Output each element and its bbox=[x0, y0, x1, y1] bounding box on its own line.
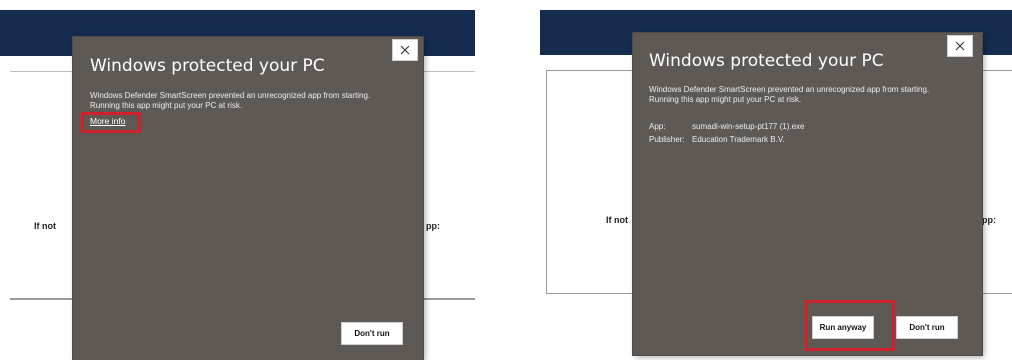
background-text: pp: bbox=[426, 221, 440, 231]
close-button[interactable] bbox=[947, 35, 973, 57]
background-text: If not bbox=[34, 221, 56, 231]
close-icon bbox=[400, 45, 410, 55]
background-text: pp: bbox=[982, 215, 996, 225]
publisher-value: Education Trademark B.V. bbox=[692, 135, 785, 144]
highlight-box bbox=[81, 112, 141, 133]
publisher-info-row: Publisher: Education Trademark B.V. bbox=[649, 134, 785, 145]
app-value: sumadi-win-setup-pt177 (1).exe bbox=[692, 122, 805, 131]
dialog-title: Windows protected your PC bbox=[649, 51, 884, 71]
dont-run-button[interactable]: Don't run bbox=[341, 322, 403, 345]
smartscreen-dialog: Windows protected your PC Windows Defend… bbox=[73, 37, 423, 360]
right-screenshot: If not pp: Windows protected your PC Win… bbox=[540, 0, 1012, 360]
dialog-title: Windows protected your PC bbox=[90, 56, 325, 76]
close-button[interactable] bbox=[392, 39, 418, 61]
left-screenshot: If not pp: Windows protected your PC Win… bbox=[0, 0, 475, 360]
highlight-box bbox=[805, 300, 895, 351]
close-icon bbox=[955, 41, 965, 51]
app-label: App: bbox=[649, 122, 666, 131]
dialog-message: Windows Defender SmartScreen prevented a… bbox=[649, 85, 930, 104]
app-info-row: App: sumadi-win-setup-pt177 (1).exe bbox=[649, 121, 805, 132]
dont-run-button[interactable]: Don't run bbox=[896, 316, 958, 339]
dialog-message: Windows Defender SmartScreen prevented a… bbox=[90, 91, 371, 110]
background-text: If not bbox=[606, 215, 628, 225]
publisher-label: Publisher: bbox=[649, 135, 685, 144]
